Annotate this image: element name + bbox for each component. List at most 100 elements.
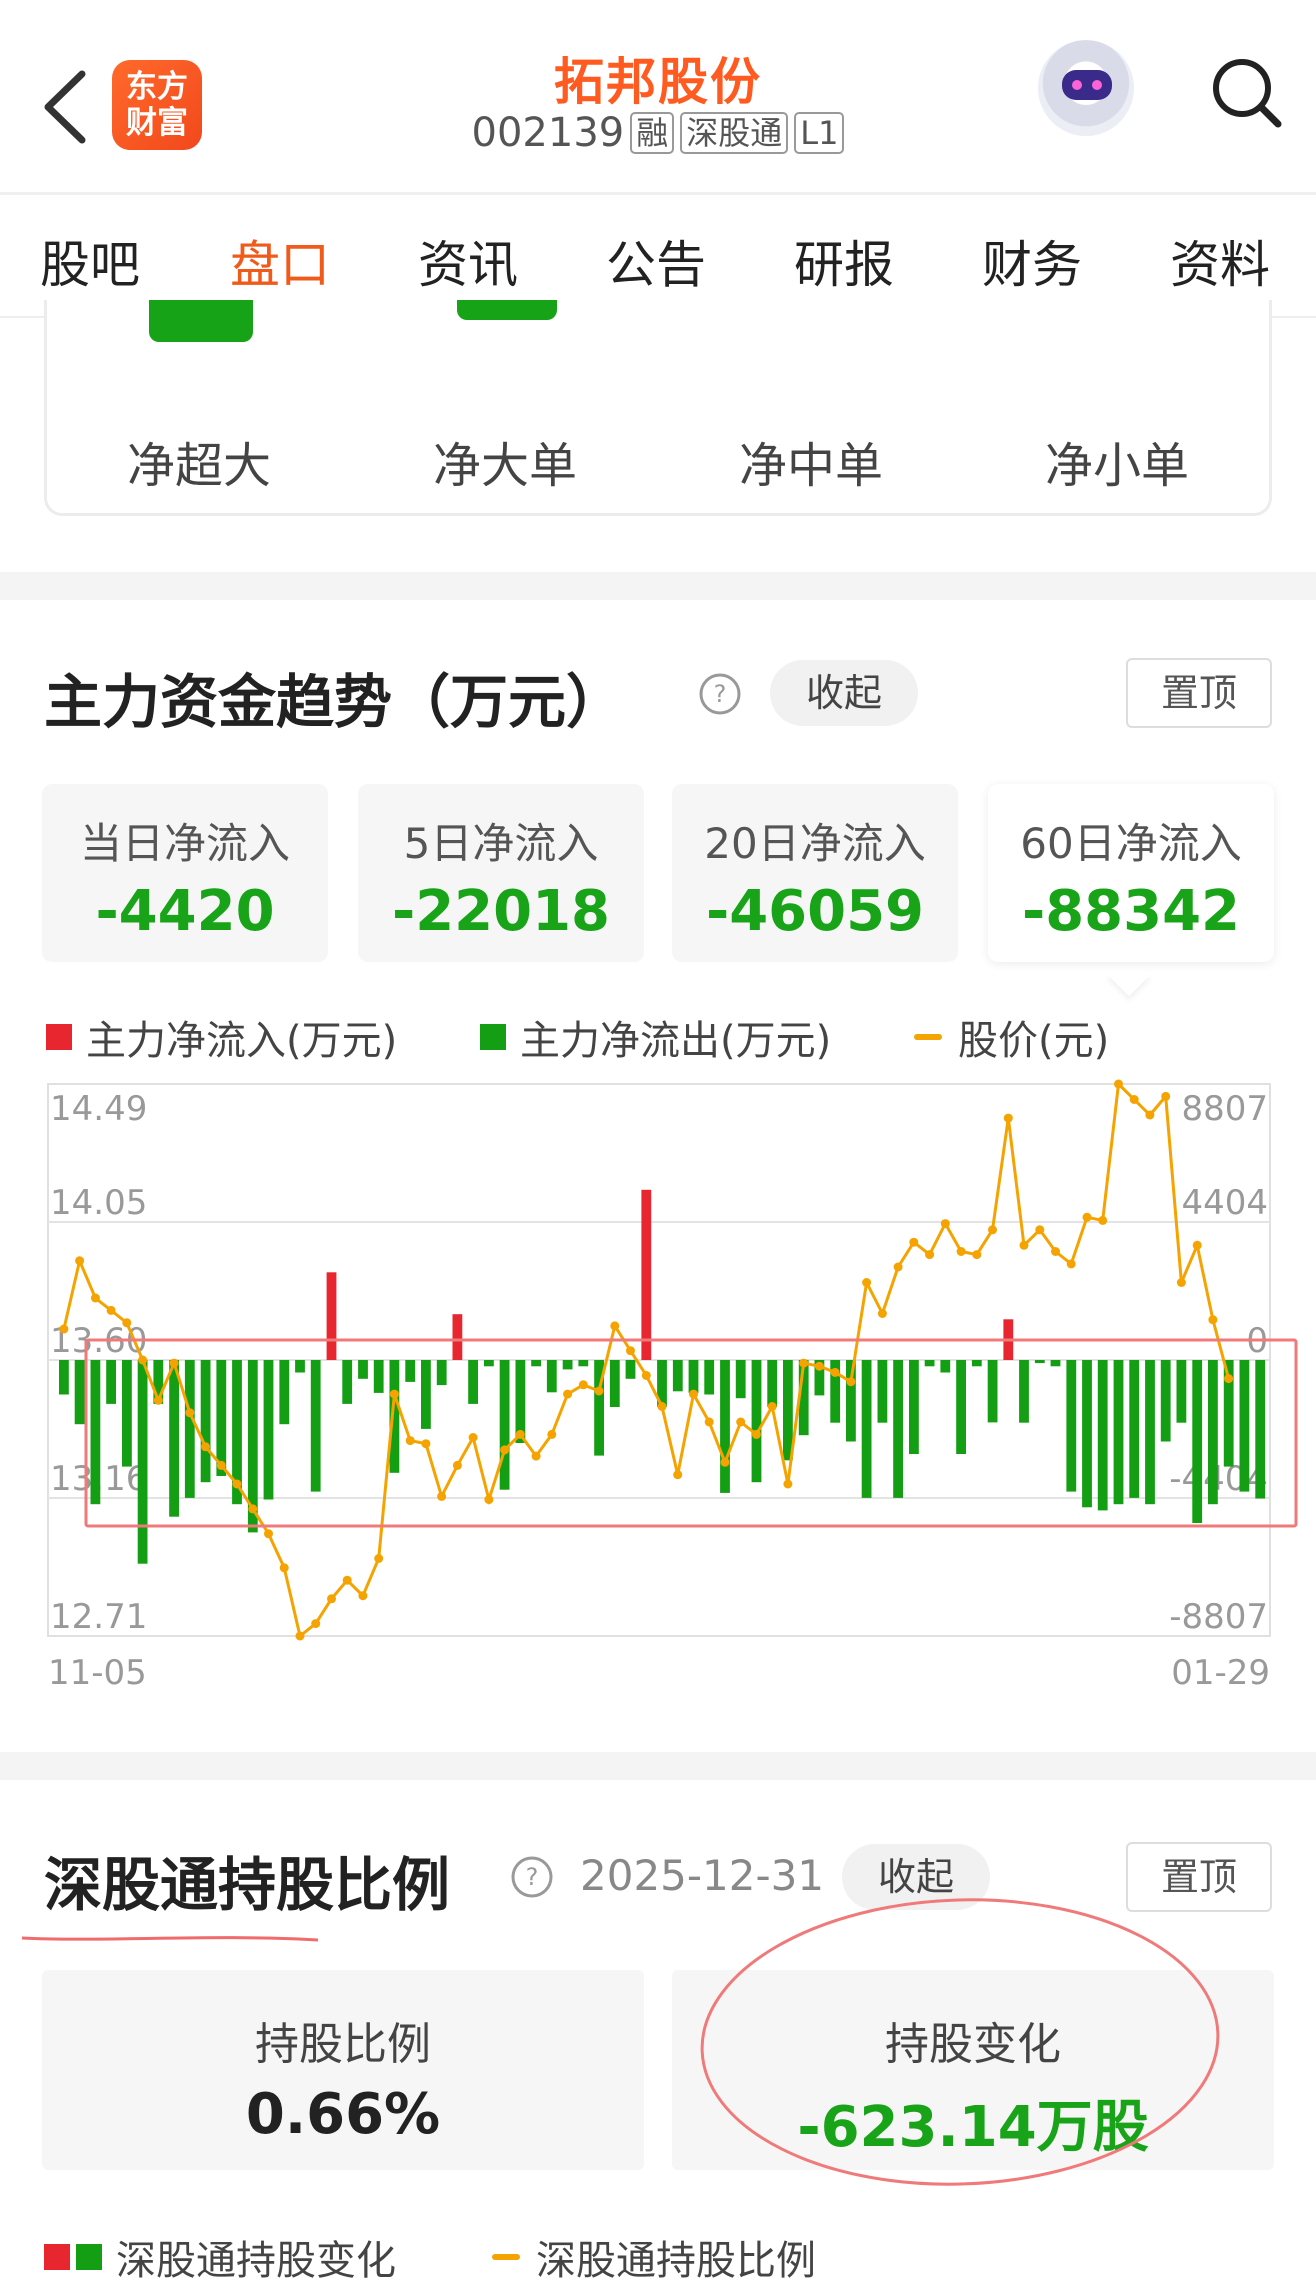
price-point bbox=[1224, 1374, 1234, 1384]
price-point bbox=[279, 1563, 289, 1573]
holding-ratio-label: 持股比例 bbox=[255, 2019, 431, 2070]
price-point bbox=[704, 1417, 714, 1427]
title-hand-underline bbox=[21, 1936, 319, 1942]
stat-5day[interactable]: 5日净流入 -22018 bbox=[358, 784, 644, 962]
stat-20day[interactable]: 20日净流入 -46059 bbox=[672, 784, 958, 962]
tab-pankou[interactable]: 盘口 bbox=[230, 225, 330, 297]
price-point bbox=[1176, 1278, 1186, 1287]
stat-60day[interactable]: 60日净流入 -88342 bbox=[988, 784, 1274, 962]
main-flow-title: 主力资金趋势（万元） bbox=[44, 668, 625, 736]
tab-guba[interactable]: 股吧 bbox=[40, 225, 140, 297]
legend-outflow-label: 主力净流出(万元) bbox=[520, 1018, 832, 1064]
outflow-bar bbox=[672, 1360, 683, 1392]
price-point bbox=[232, 1479, 242, 1489]
outflow-bar bbox=[137, 1360, 148, 1564]
outflow-bar bbox=[751, 1360, 762, 1483]
price-point bbox=[720, 1457, 730, 1467]
net-small-label: 净小单 bbox=[1045, 438, 1190, 494]
price-point bbox=[830, 1367, 840, 1377]
flow-tick-label: 4404 bbox=[1181, 1183, 1268, 1223]
price-point bbox=[925, 1250, 935, 1260]
inflow-bar bbox=[641, 1189, 652, 1360]
margin-tag: 融 bbox=[630, 112, 675, 154]
legend-green-swatch bbox=[480, 1024, 506, 1050]
stat-value: -88342 bbox=[1021, 879, 1241, 944]
outflow-bar bbox=[987, 1360, 998, 1423]
outflow-bar bbox=[924, 1360, 935, 1367]
price-point bbox=[1192, 1240, 1202, 1250]
svg-text:?: ? bbox=[714, 680, 727, 708]
tab-announcements[interactable]: 公告 bbox=[606, 225, 706, 297]
stat-label: 20日净流入 bbox=[704, 819, 926, 868]
outflow-bar bbox=[122, 1360, 132, 1467]
outflow-bar bbox=[1082, 1360, 1092, 1508]
price-point bbox=[122, 1318, 132, 1328]
app-header: 东方 财富 拓邦股份 002139 融 深股通 L1 bbox=[0, 0, 1316, 192]
price-point bbox=[877, 1309, 887, 1318]
pin-top-button[interactable]: 置顶 bbox=[1126, 658, 1272, 728]
price-point bbox=[468, 1433, 478, 1442]
stat-value: -22018 bbox=[391, 879, 611, 944]
price-point bbox=[90, 1293, 100, 1303]
price-point bbox=[421, 1439, 431, 1449]
outflow-bar bbox=[720, 1360, 730, 1493]
price-point bbox=[153, 1395, 163, 1405]
price-point bbox=[1114, 1079, 1123, 1089]
collapse-button[interactable]: 收起 bbox=[770, 660, 919, 726]
order-flow-card: 净超大 净大单 净中单 净小单 bbox=[44, 300, 1272, 516]
flow-tick-label: -8807 bbox=[1169, 1597, 1268, 1637]
price-point bbox=[689, 1389, 698, 1399]
stat-today[interactable]: 当日净流入 -4420 bbox=[42, 784, 328, 962]
price-point bbox=[531, 1451, 541, 1461]
inflow-bar bbox=[452, 1314, 463, 1360]
price-point bbox=[1208, 1315, 1218, 1325]
help-icon[interactable]: ? bbox=[698, 672, 742, 716]
outflow-bar bbox=[956, 1360, 966, 1454]
flow-tick-label: 8807 bbox=[1181, 1089, 1268, 1129]
price-point bbox=[956, 1247, 966, 1256]
price-point bbox=[248, 1504, 258, 1514]
outflow-bar bbox=[1097, 1360, 1108, 1511]
price-point bbox=[909, 1237, 919, 1247]
price-point bbox=[59, 1324, 69, 1334]
robot-assistant-icon[interactable] bbox=[1038, 40, 1134, 136]
outflow-bar bbox=[688, 1360, 699, 1393]
outflow-bar bbox=[59, 1360, 69, 1395]
connect-title: 深股通持股比例 bbox=[44, 1851, 451, 1919]
price-point bbox=[358, 1591, 368, 1601]
stat-value: -4420 bbox=[95, 879, 275, 944]
legend-connect-change-label: 深股通持股变化 bbox=[116, 2238, 396, 2284]
tab-finance[interactable]: 财务 bbox=[982, 225, 1082, 297]
legend-inflow: 主力净流入(万元) bbox=[46, 1008, 397, 1066]
price-point bbox=[736, 1417, 746, 1427]
stat-value: -46059 bbox=[705, 879, 925, 944]
price-point bbox=[106, 1305, 116, 1315]
price-point bbox=[1145, 1110, 1155, 1120]
tab-research[interactable]: 研报 bbox=[794, 225, 894, 297]
price-point bbox=[342, 1575, 352, 1585]
outflow-bar bbox=[295, 1360, 305, 1373]
tab-profile[interactable]: 资料 bbox=[1170, 225, 1270, 297]
price-point bbox=[484, 1495, 494, 1505]
legend-orange-line bbox=[492, 2254, 520, 2260]
outflow-bar bbox=[940, 1360, 951, 1373]
help-icon[interactable]: ? bbox=[510, 1855, 554, 1899]
outflow-bar bbox=[405, 1360, 416, 1382]
outflow-bar bbox=[971, 1360, 982, 1367]
search-icon[interactable] bbox=[1206, 52, 1286, 132]
tab-news[interactable]: 资讯 bbox=[418, 225, 518, 297]
main-flow-chart: 14.4914.0513.6013.1612.71880744040-4404-… bbox=[0, 1060, 1316, 1700]
outflow-bar bbox=[373, 1360, 384, 1393]
legend-green-swatch bbox=[76, 2244, 102, 2270]
price-point bbox=[657, 1402, 667, 1411]
legend-inflow-label: 主力净流入(万元) bbox=[86, 1018, 398, 1064]
outflow-bar bbox=[169, 1360, 179, 1517]
outflow-bar bbox=[263, 1360, 274, 1500]
outflow-bar bbox=[783, 1360, 793, 1461]
outflow-bar bbox=[861, 1360, 872, 1498]
price-point bbox=[1035, 1225, 1045, 1235]
stock-code: 002139 bbox=[471, 110, 625, 156]
flow-tick-label: -4404 bbox=[1169, 1459, 1268, 1499]
price-point bbox=[1161, 1091, 1171, 1101]
price-point bbox=[138, 1355, 148, 1365]
